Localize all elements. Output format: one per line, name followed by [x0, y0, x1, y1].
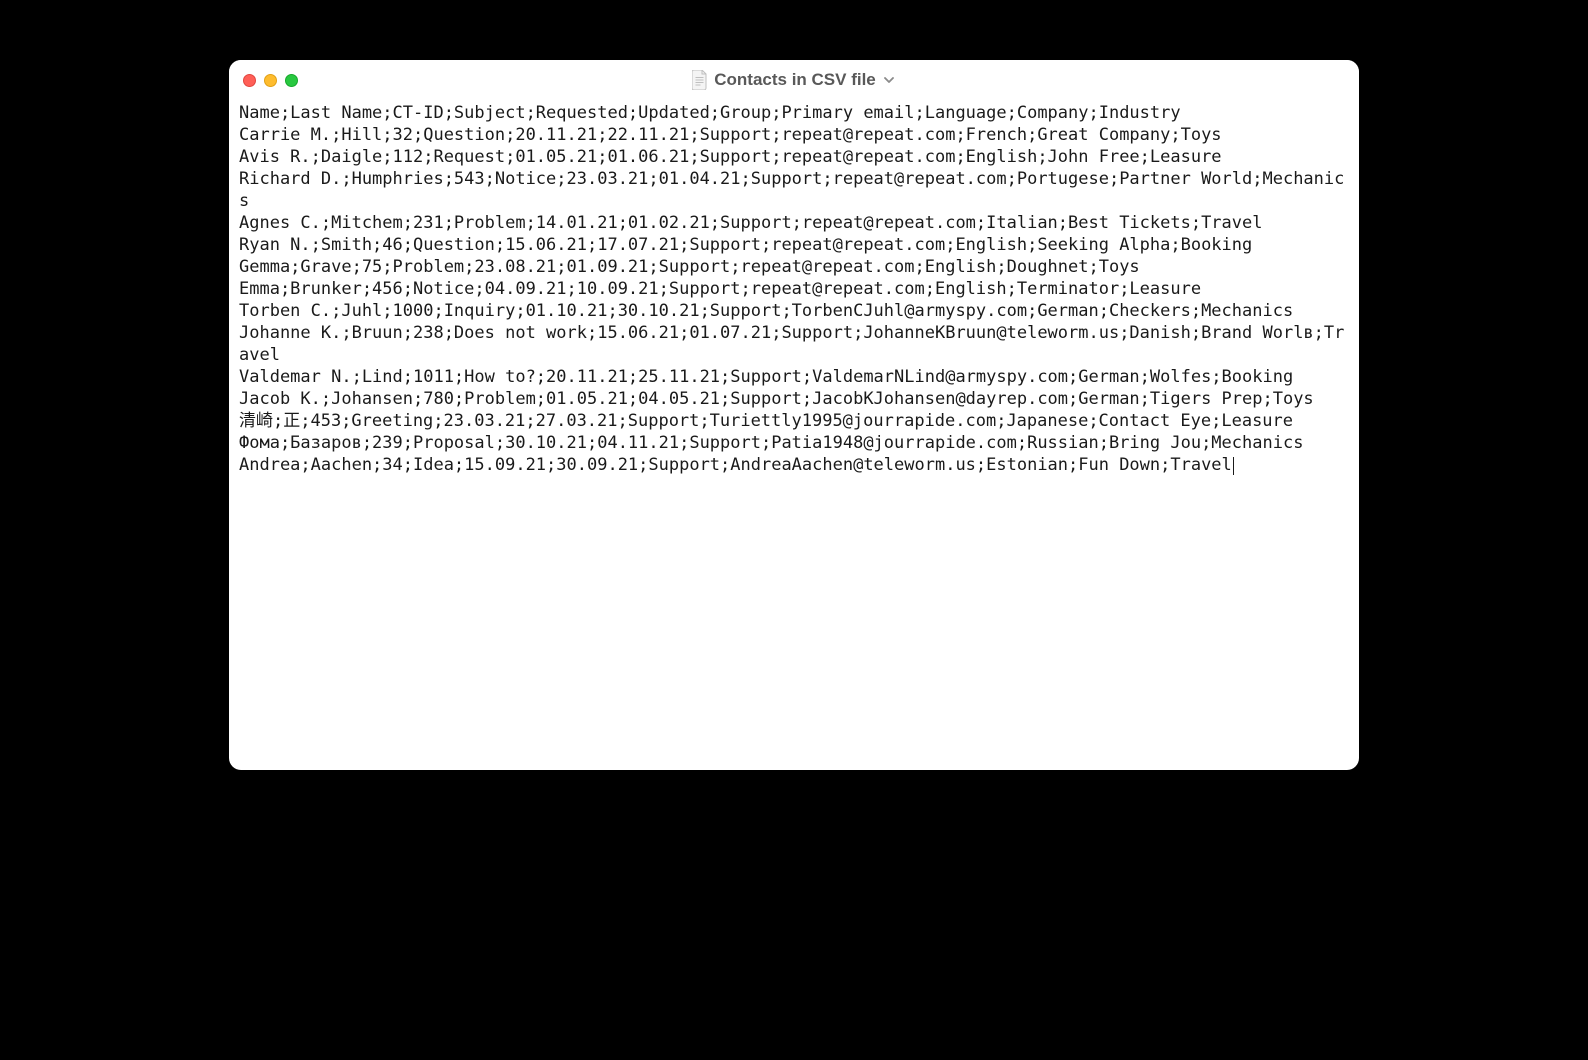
text-caret — [1233, 457, 1234, 475]
window-title[interactable]: Contacts in CSV file — [714, 70, 876, 90]
window-titlebar[interactable]: Contacts in CSV file — [229, 60, 1359, 100]
minimize-button[interactable] — [264, 74, 277, 87]
close-button[interactable] — [243, 74, 256, 87]
text-editor-window: Contacts in CSV file Name;Last Name;CT-I… — [229, 60, 1359, 770]
title-group: Contacts in CSV file — [229, 70, 1359, 90]
document-icon[interactable] — [692, 70, 708, 90]
traffic-lights — [243, 74, 298, 87]
text-content-area[interactable]: Name;Last Name;CT-ID;Subject;Requested;U… — [229, 100, 1359, 770]
maximize-button[interactable] — [285, 74, 298, 87]
chevron-down-icon[interactable] — [882, 73, 896, 87]
